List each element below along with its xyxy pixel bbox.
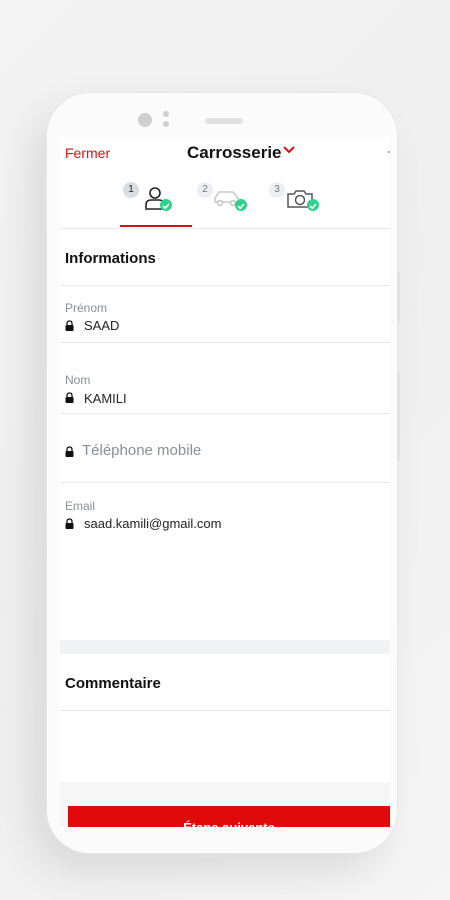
step-indicator: 1 2 3 [60,182,390,230]
divider [60,285,390,286]
sensor-icon [163,121,169,127]
app-screen: Fermer Carrosserie 1 2 3 Informations Pr… [60,137,390,827]
check-icon [235,199,247,211]
step-number: 1 [123,182,139,198]
lastname-label: Nom [65,373,91,387]
comment-textarea[interactable] [60,711,390,781]
chevron-down-icon[interactable] [283,146,295,154]
divider [60,228,390,229]
sensor-icon [163,111,169,117]
email-value: saad.kamili@gmail.com [84,516,222,531]
overflow-dot [388,151,390,153]
check-icon [307,199,319,211]
active-step-underline [120,225,192,227]
email-label: Email [65,499,96,513]
divider [60,413,390,414]
lock-icon [65,518,74,529]
front-camera-icon [138,113,152,127]
lock-icon [65,320,74,331]
phone-input[interactable]: Téléphone mobile [82,442,201,459]
step-number: 3 [269,182,285,198]
informations-heading: Informations [65,250,156,267]
firstname-label: Prénom [65,301,108,315]
side-button [397,372,400,462]
firstname-value: SAAD [84,318,120,333]
phone-frame: Fermer Carrosserie 1 2 3 Informations Pr… [46,92,400,854]
lock-icon [65,446,74,457]
next-step-button[interactable]: Étape suivante [68,806,390,827]
comment-heading: Commentaire [65,675,161,692]
step-3[interactable]: 3 [269,182,321,222]
side-button [397,272,400,322]
step-1[interactable]: 1 [123,182,175,222]
page-title[interactable]: Carrosserie [187,143,282,163]
step-2[interactable]: 2 [197,182,249,222]
check-icon [160,199,172,211]
lock-icon [65,392,74,403]
divider [60,482,390,483]
divider [60,342,390,343]
section-separator [60,640,390,654]
lastname-value: KAMILI [84,391,127,406]
close-button[interactable]: Fermer [65,145,110,161]
step-number: 2 [197,182,213,198]
speaker-grille [205,118,243,124]
top-bar: Fermer Carrosserie [60,137,390,177]
